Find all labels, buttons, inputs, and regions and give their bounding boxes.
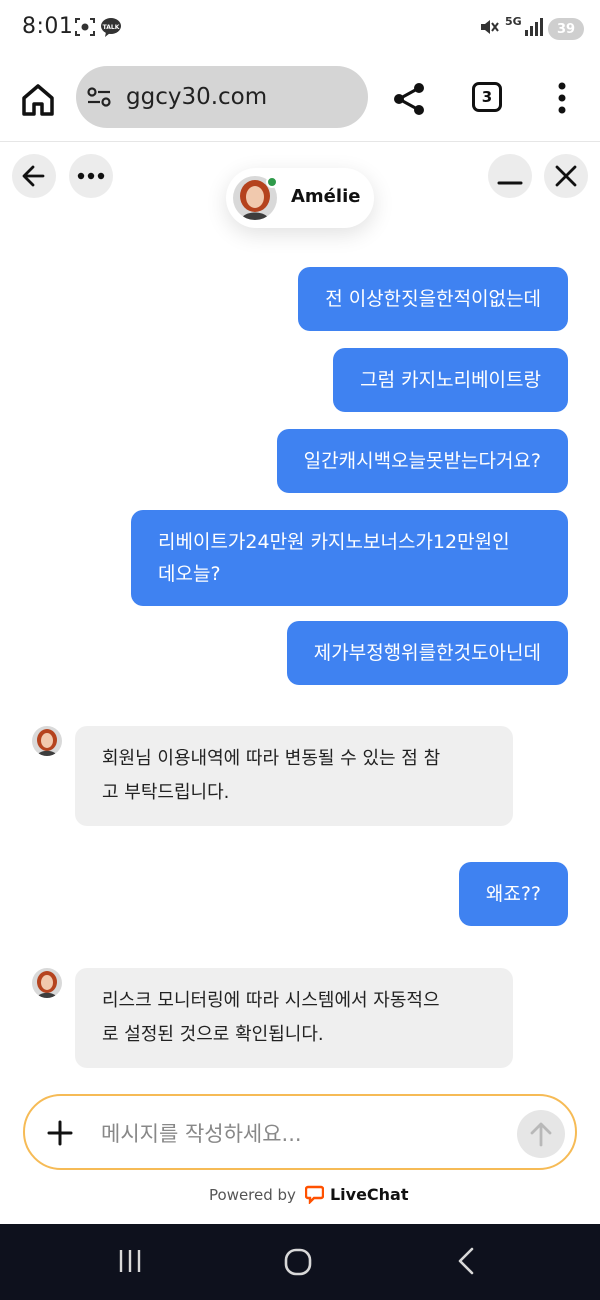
svg-text:TALK: TALK (103, 24, 120, 31)
message-line: 데오늘? (158, 563, 221, 585)
message-line: 로 설정된 것으로 확인됩니다. (102, 1024, 324, 1045)
plus-icon[interactable] (45, 1118, 75, 1148)
livechat-logo-icon (304, 1185, 324, 1204)
browser-toolbar: ggcy30.com 3 (0, 56, 600, 142)
livechat-brand: LiveChat (329, 1185, 409, 1204)
message-line: 고 부탁드립니다. (102, 782, 230, 803)
screenshot-icon (75, 18, 95, 36)
message-line: 그럼 카지노리베이트랑 (360, 369, 541, 391)
message-line: 왜죠?? (485, 883, 541, 905)
system-nav-bar (0, 1224, 600, 1300)
status-bar: 8:01 TALK 5G 39 (0, 0, 600, 56)
more-vert-icon[interactable] (550, 78, 574, 118)
back-nav-icon[interactable] (455, 1247, 477, 1275)
message-composer[interactable]: 메시지를 작성하세요... (23, 1094, 577, 1170)
message-user: 그럼 카지노리베이트랑 (333, 348, 568, 412)
tabs-button[interactable]: 3 (472, 82, 502, 112)
online-indicator (266, 176, 278, 188)
network-type: 5G (505, 15, 522, 28)
back-button[interactable] (12, 154, 56, 198)
message-user: 일간캐시백오늘못받는다거요? (276, 429, 568, 493)
minimize-button[interactable] (488, 154, 532, 198)
message-user: 전 이상한짓을한적이없는데 (298, 267, 568, 331)
status-time: 8:01 (22, 14, 74, 39)
message-line: 제가부정행위를한것도아닌데 (313, 642, 541, 664)
message-user: 제가부정행위를한것도아닌데 (286, 621, 568, 685)
message-user: 리베이트가24만원 카지노보너스가12만원인 데오늘? (131, 510, 568, 606)
home-icon[interactable] (18, 80, 58, 120)
message-line: 리베이트가24만원 카지노보너스가12만원인 (158, 531, 510, 553)
message-line: 전 이상한짓을한적이없는데 (325, 288, 541, 310)
close-button[interactable] (544, 154, 588, 198)
message-agent: 회원님 이용내역에 따라 변동될 수 있는 점 참 고 부탁드립니다. (75, 726, 513, 826)
message-line: 일간캐시백오늘못받는다거요? (303, 450, 541, 472)
address-bar[interactable]: ggcy30.com (76, 66, 368, 128)
agent-avatar-small (32, 968, 62, 998)
message-input[interactable]: 메시지를 작성하세요... (101, 1118, 302, 1148)
home-nav-icon[interactable] (284, 1248, 312, 1276)
url-text: ggcy30.com (126, 84, 268, 110)
send-button[interactable] (517, 1110, 565, 1158)
site-settings-icon[interactable] (86, 86, 112, 108)
message-line: 리스크 모니터링에 따라 시스템에서 자동적으 (102, 990, 440, 1011)
minimize-icon (497, 181, 523, 185)
close-icon (555, 165, 577, 187)
message-line: 회원님 이용내역에 따라 변동될 수 있는 점 참 (102, 748, 441, 769)
battery-indicator: 39 (548, 18, 584, 40)
share-icon[interactable] (390, 80, 428, 118)
arrow-left-icon (22, 165, 45, 187)
agent-avatar-small (32, 726, 62, 756)
more-horiz-icon (77, 172, 105, 180)
mute-icon (481, 20, 499, 34)
signal-icon (525, 18, 543, 36)
agent-name: Amélie (291, 186, 361, 207)
message-agent: 리스크 모니터링에 따라 시스템에서 자동적으 로 설정된 것으로 확인됩니다. (75, 968, 513, 1068)
powered-by-text: Powered by (209, 1185, 296, 1204)
message-user: 왜죠?? (458, 862, 568, 926)
powered-by[interactable]: Powered by LiveChat (209, 1185, 409, 1204)
chat-menu-button[interactable] (69, 154, 113, 198)
arrow-up-icon (530, 1122, 552, 1147)
agent-header[interactable]: Amélie (226, 168, 374, 228)
recent-apps-icon[interactable] (117, 1248, 143, 1274)
kakaotalk-icon: TALK (101, 18, 121, 37)
